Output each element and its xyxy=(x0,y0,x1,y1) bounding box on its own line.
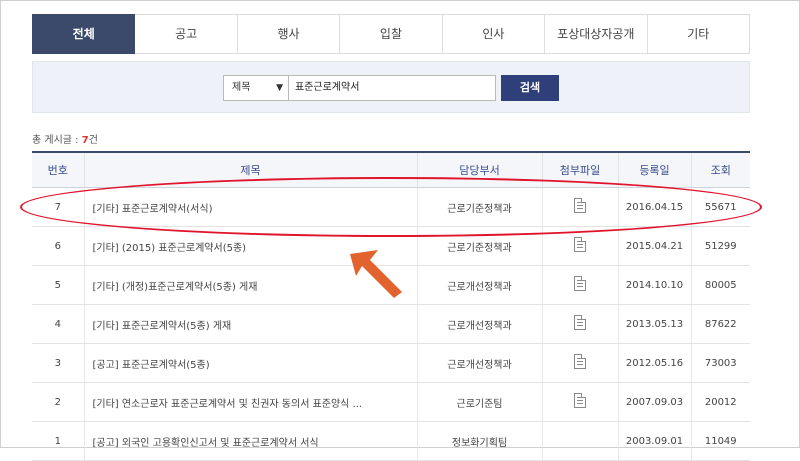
search-panel: 제목 ▼ 표준근로계약서 검색 xyxy=(32,61,750,113)
row-department: 근로개선정책과 xyxy=(416,265,542,305)
row-department: 근로기준정책과 xyxy=(416,187,542,227)
row-date: 2012.05.16 xyxy=(617,343,691,383)
total-count-label: 총 게시글 : xyxy=(32,135,79,146)
row-views: 20012 xyxy=(690,382,750,422)
chevron-down-icon: ▼ xyxy=(276,83,283,93)
row-attachment xyxy=(541,382,618,422)
header-views: 조회 xyxy=(690,151,750,188)
table-row[interactable]: 6 [기타] (2015) 표준근로계약서(5종) 근로기준정책과 2015.04.2… xyxy=(32,226,750,266)
row-attachment xyxy=(541,421,618,461)
row-number: 7 xyxy=(32,187,84,227)
header-date: 등록일 xyxy=(617,151,691,188)
row-date: 2015.04.21 xyxy=(617,226,691,266)
row-attachment xyxy=(541,187,618,227)
search-field-select-value: 제목 xyxy=(232,82,251,93)
total-count: 총 게시글 : 7건 xyxy=(32,131,98,146)
row-views: 51299 xyxy=(690,226,750,266)
row-views: 73003 xyxy=(690,343,750,383)
row-number: 6 xyxy=(32,226,84,266)
table-header-row: 번호 제목 담당부서 첨부파일 등록일 조회 xyxy=(32,151,750,188)
tab-personnel[interactable]: 인사 xyxy=(442,14,546,54)
row-attachment xyxy=(541,265,618,305)
total-count-number: 7 xyxy=(81,135,89,146)
row-attachment xyxy=(541,343,618,383)
tab-bid[interactable]: 입찰 xyxy=(340,14,443,54)
row-date: 2013.05.13 xyxy=(617,304,691,344)
row-date: 2003.09.01 xyxy=(617,421,691,461)
row-department: 근로개선정책과 xyxy=(416,343,542,383)
attachment-file-icon[interactable] xyxy=(574,354,586,369)
board-table: 번호 제목 담당부서 첨부파일 등록일 조회 7 [기타] 표준근로계약서(서식)… xyxy=(32,151,750,461)
search-input[interactable]: 표준근로계약서 xyxy=(289,75,496,101)
tab-award-disclosure[interactable]: 포상대상자공개 xyxy=(545,14,648,54)
row-attachment xyxy=(541,226,618,266)
table-row[interactable]: 7 [기타] 표준근로계약서(서식) 근로기준정책과 2016.04.15 55671 xyxy=(32,187,750,227)
row-number: 1 xyxy=(32,421,84,461)
table-row[interactable]: 2 [기타] 연소근로자 표준근로계약서 및 친권자 동의서 표준양식 ... 근로… xyxy=(32,382,750,422)
row-date: 2007.09.03 xyxy=(617,382,691,422)
table-row[interactable]: 4 [기타] 표준근로계약서(5종) 게재 근로개선정책과 2013.05.13 876… xyxy=(32,304,750,344)
row-title-link[interactable]: [공고] 표준근로계약서(5종) xyxy=(83,343,417,383)
header-title: 제목 xyxy=(83,151,417,188)
row-number: 2 xyxy=(32,382,84,422)
header-department: 담당부서 xyxy=(416,151,542,188)
row-number: 4 xyxy=(32,304,84,344)
row-views: 80005 xyxy=(690,265,750,305)
header-number: 번호 xyxy=(32,151,84,188)
tab-event[interactable]: 행사 xyxy=(237,14,341,54)
attachment-file-icon[interactable] xyxy=(574,315,586,330)
tab-etc[interactable]: 기타 xyxy=(647,14,750,54)
table-row[interactable]: 5 [기타] (개정)표준근로계약서(5종) 게재 근로개선정책과 2014.10.1… xyxy=(32,265,750,305)
row-department: 근로기준정책과 xyxy=(416,226,542,266)
category-tabs: 전체 공고 행사 입찰 인사 포상대상자공개 기타 xyxy=(32,14,750,54)
row-title-link[interactable]: [기타] 표준근로계약서(5종) 게재 xyxy=(83,304,417,344)
table-row[interactable]: 1 [공고] 외국인 고용확인신고서 및 표준근로계약서 서식 정보화기획팀 2003… xyxy=(32,421,750,461)
row-title-link[interactable]: [기타] 연소근로자 표준근로계약서 및 친권자 동의서 표준양식 ... xyxy=(83,382,417,422)
total-count-unit: 건 xyxy=(88,135,98,146)
row-department: 정보화기획팀 xyxy=(416,421,542,461)
row-views: 55671 xyxy=(690,187,750,227)
attachment-file-icon[interactable] xyxy=(574,276,586,291)
row-number: 5 xyxy=(32,265,84,305)
tab-all[interactable]: 전체 xyxy=(32,14,136,54)
tab-notice[interactable]: 공고 xyxy=(135,14,238,54)
row-department: 근로개선정책과 xyxy=(416,304,542,344)
header-attachment: 첨부파일 xyxy=(541,151,618,188)
attachment-file-icon[interactable] xyxy=(574,393,586,408)
row-title-link[interactable]: [공고] 외국인 고용확인신고서 및 표준근로계약서 서식 xyxy=(83,421,417,461)
row-title-link[interactable]: [기타] (개정)표준근로계약서(5종) 게재 xyxy=(83,265,417,305)
row-title-link[interactable]: [기타] (2015) 표준근로계약서(5종) xyxy=(83,226,417,266)
row-views: 11049 xyxy=(690,421,750,461)
row-department: 근로기준팀 xyxy=(416,382,542,422)
row-views: 87622 xyxy=(690,304,750,344)
search-button[interactable]: 검색 xyxy=(501,75,559,101)
row-attachment xyxy=(541,304,618,344)
table-row[interactable]: 3 [공고] 표준근로계약서(5종) 근로개선정책과 2012.05.16 73003 xyxy=(32,343,750,383)
row-title-link[interactable]: [기타] 표준근로계약서(서식) xyxy=(83,187,417,227)
row-date: 2014.10.10 xyxy=(617,265,691,305)
row-date: 2016.04.15 xyxy=(617,187,691,227)
attachment-file-icon[interactable] xyxy=(574,198,586,213)
attachment-file-icon[interactable] xyxy=(574,237,586,252)
row-number: 3 xyxy=(32,343,84,383)
search-field-select[interactable]: 제목 ▼ xyxy=(223,75,289,101)
